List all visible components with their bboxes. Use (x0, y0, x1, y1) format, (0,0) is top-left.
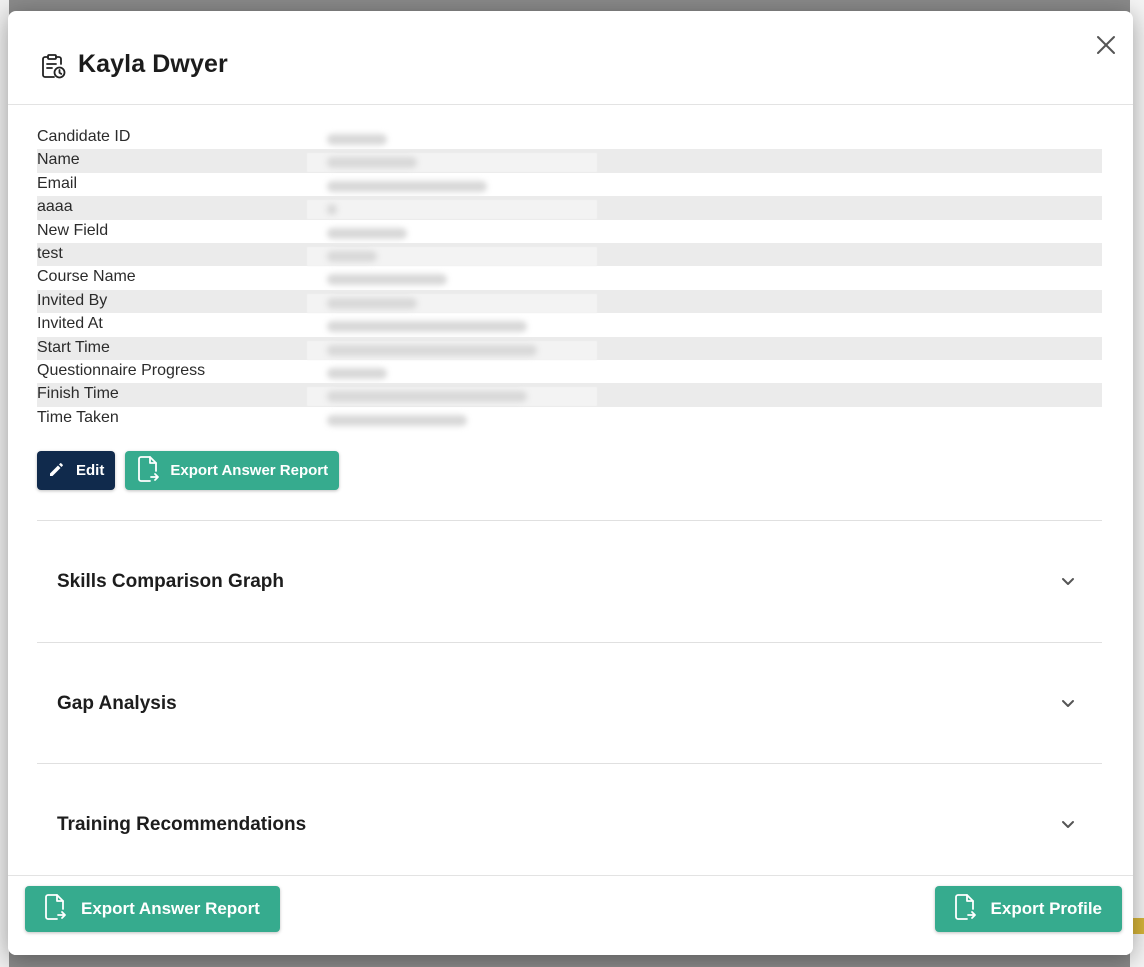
candidate-detail-modal: Kayla Dwyer Candidate ID Name Email aaaa New… (8, 11, 1133, 955)
detail-row: Candidate ID (37, 126, 1102, 149)
redacted-value (307, 363, 597, 383)
detail-label: test (37, 244, 63, 262)
export-answer-report-label: Export Answer Report (170, 462, 329, 479)
detail-label: Questionnaire Progress (37, 361, 206, 379)
detail-row: test (37, 242, 1102, 267)
export-profile-button[interactable]: Export Profile (934, 886, 1122, 932)
detail-label: Course Name (37, 268, 136, 286)
detail-row: Finish Time (37, 383, 1102, 407)
section-title: Skills Comparison Graph (57, 571, 284, 592)
detail-label: Start Time (37, 338, 110, 356)
detail-actions: Edit Export Answer Report (37, 451, 340, 490)
detail-row: Name (37, 149, 1102, 173)
detail-row: aaaa (37, 196, 1102, 220)
file-export-icon (953, 893, 977, 926)
chevron-down-icon (1060, 816, 1076, 832)
detail-label: Candidate ID (37, 128, 131, 145)
section-title: Training Recommendations (57, 814, 307, 835)
redacted-value (307, 317, 597, 337)
export-profile-label: Export Profile (990, 899, 1102, 918)
redacted-value (307, 130, 597, 149)
skills-comparison-graph-accordion[interactable]: Skills Comparison Graph (37, 520, 1102, 642)
redacted-value (307, 340, 597, 360)
redacted-value (307, 176, 597, 196)
detail-label: aaaa (37, 198, 73, 216)
export-answer-report-button[interactable]: Export Answer Report (125, 451, 340, 490)
detail-row: Questionnaire Progress (37, 360, 1102, 383)
gap-analysis-accordion[interactable]: Gap Analysis (37, 642, 1102, 764)
redacted-value (307, 270, 597, 290)
file-export-icon (43, 893, 67, 926)
training-recommendations-accordion[interactable]: Training Recommendations (37, 763, 1102, 885)
detail-row: Email (37, 173, 1102, 196)
detail-row: Invited At (37, 313, 1102, 337)
detail-label: New Field (37, 221, 109, 239)
modal-title: Kayla Dwyer (78, 50, 228, 78)
detail-label: Finish Time (37, 385, 119, 403)
redacted-value (307, 223, 597, 243)
file-export-icon (136, 455, 160, 487)
pencil-icon (48, 460, 66, 482)
background-highlight (1132, 918, 1144, 934)
detail-label: Email (37, 174, 78, 192)
chevron-down-icon (1060, 573, 1076, 589)
redacted-value (307, 153, 597, 173)
modal-header: Kayla Dwyer (8, 11, 1133, 105)
detail-row: New Field (37, 220, 1102, 243)
close-icon[interactable] (1093, 32, 1119, 58)
detail-row: Time Taken (37, 407, 1102, 430)
modal-footer: Export Answer Report Export Profile (8, 875, 1133, 955)
footer-export-answer-report-label: Export Answer Report (81, 899, 260, 918)
detail-label: Invited At (37, 315, 103, 333)
redacted-value (307, 200, 597, 220)
section-title: Gap Analysis (57, 693, 177, 714)
clipboard-clock-icon (39, 52, 67, 80)
redacted-value (307, 293, 597, 313)
redacted-value (307, 410, 597, 430)
chevron-down-icon (1060, 695, 1076, 711)
edit-button-label: Edit (76, 462, 105, 479)
edit-button[interactable]: Edit (37, 451, 116, 490)
detail-label: Name (37, 151, 80, 169)
candidate-details-table: Candidate ID Name Email aaaa New Field test Co… (37, 126, 1102, 430)
detail-row: Start Time (37, 336, 1102, 360)
footer-export-answer-report-button[interactable]: Export Answer Report (25, 886, 280, 932)
redacted-value (307, 246, 597, 266)
detail-row: Course Name (37, 266, 1102, 290)
detail-row: Invited By (37, 289, 1102, 314)
detail-label: Invited By (37, 291, 108, 309)
redacted-value (307, 387, 597, 407)
detail-label: Time Taken (37, 408, 119, 426)
